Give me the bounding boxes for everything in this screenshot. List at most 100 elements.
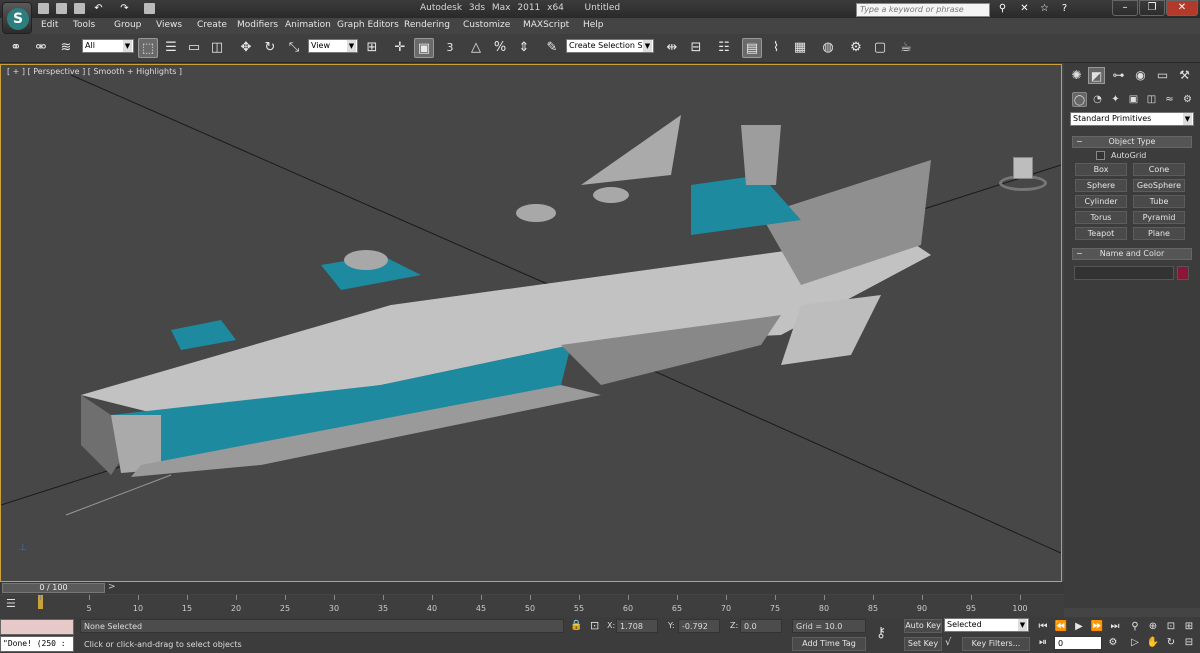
next-frame-icon[interactable]: ⏩ [1090, 620, 1104, 634]
angle-snap-icon[interactable]: △ [466, 38, 486, 58]
autogrid-checkbox[interactable] [1096, 151, 1105, 160]
create-tab-icon[interactable]: ✺ [1068, 67, 1085, 84]
zoom-extents-icon[interactable]: ⊡ [1164, 620, 1178, 634]
track-bar[interactable]: ☰ 5 10 15 20 25 30 35 40 45 50 55 60 65 70 75 80 85 90 95 1… [0, 595, 1064, 617]
perspective-viewport[interactable]: [ + ] [ Perspective ] [ Smooth + Highlig… [0, 64, 1062, 582]
viewcube-box[interactable] [1013, 157, 1033, 179]
y-coordinate-field[interactable]: -0.792 [678, 619, 720, 633]
modify-tab-icon[interactable]: ◩ [1088, 67, 1105, 84]
torus-button[interactable]: Torus [1075, 211, 1127, 224]
zoom-extents-all-icon[interactable]: ⊞ [1182, 620, 1196, 634]
binoculars-icon[interactable]: ⚲ [996, 3, 1009, 15]
key-mode-dropdown[interactable]: Selected ▼ [944, 618, 1029, 632]
zoom-all-icon[interactable]: ⊕ [1146, 620, 1160, 634]
edit-named-selection-icon[interactable]: ✎ [542, 38, 562, 58]
spinner-snap-icon[interactable]: ⇕ [514, 38, 534, 58]
geometry-icon[interactable]: ◯ [1072, 92, 1087, 107]
z-coordinate-field[interactable]: 0.0 [740, 619, 782, 633]
add-time-tag-button[interactable]: Add Time Tag [792, 637, 866, 651]
menu-modifiers[interactable]: Modifiers [237, 20, 278, 30]
key-filters-button[interactable]: Key Filters... [962, 637, 1030, 651]
next-frame-arrow-icon[interactable]: > [108, 582, 116, 592]
go-to-start-icon[interactable]: ⏮ [1036, 620, 1050, 634]
maximize-button[interactable]: ❐ [1139, 0, 1165, 16]
plane-button[interactable]: Plane [1133, 227, 1185, 240]
play-icon[interactable]: ▶ [1072, 620, 1086, 634]
unlink-icon[interactable]: ⚮ [31, 38, 51, 58]
bind-space-warp-icon[interactable]: ≋ [56, 38, 76, 58]
lock-selection-icon[interactable]: 🔒 [570, 620, 582, 631]
space-warps-icon[interactable]: ≈ [1162, 92, 1177, 107]
project-folder-icon[interactable] [144, 3, 155, 14]
close-button[interactable]: ✕ [1166, 0, 1198, 16]
cone-button[interactable]: Cone [1133, 163, 1185, 176]
key-mode-toggle-icon[interactable]: ⏯ [1036, 636, 1050, 650]
geosphere-button[interactable]: GeoSphere [1133, 179, 1185, 192]
previous-frame-icon[interactable]: ⏪ [1054, 620, 1068, 634]
name-and-color-rollout[interactable]: − Name and Color [1072, 248, 1192, 260]
help-icon[interactable]: ? [1058, 3, 1071, 15]
window-crossing-icon[interactable]: ◫ [207, 38, 227, 58]
tube-button[interactable]: Tube [1133, 195, 1185, 208]
communication-center-icon[interactable]: ✕ [1018, 3, 1031, 15]
cylinder-button[interactable]: Cylinder [1075, 195, 1127, 208]
menu-edit[interactable]: Edit [41, 20, 58, 30]
application-menu-button[interactable]: S [2, 2, 32, 34]
favorites-star-icon[interactable]: ☆ [1038, 3, 1051, 15]
display-tab-icon[interactable]: ▭ [1154, 67, 1171, 84]
save-file-icon[interactable] [74, 3, 85, 14]
zoom-icon[interactable]: ⚲ [1128, 620, 1142, 634]
minimize-button[interactable]: – [1112, 0, 1138, 16]
helpers-icon[interactable]: ◫ [1144, 92, 1159, 107]
menu-customize[interactable]: Customize [463, 20, 510, 30]
menu-create[interactable]: Create [197, 20, 227, 30]
timeline-ruler[interactable]: 5 10 15 20 25 30 35 40 45 50 55 60 65 70 75 80 85 90 95 100 [38, 595, 1028, 617]
layer-manager-icon[interactable]: ☷ [714, 38, 734, 58]
default-in-out-tangent-icon[interactable]: √ [945, 637, 951, 648]
utilities-tab-icon[interactable]: ⚒ [1176, 67, 1193, 84]
orbit-icon[interactable]: ↻ [1164, 636, 1178, 650]
time-slider[interactable]: 0 / 100 > [0, 582, 1064, 594]
systems-icon[interactable]: ⚙ [1180, 92, 1195, 107]
menu-help[interactable]: Help [583, 20, 604, 30]
move-icon[interactable]: ✥ [236, 38, 256, 58]
render-setup-icon[interactable]: ⚙ [846, 38, 866, 58]
x-coordinate-field[interactable]: 1.708 [616, 619, 658, 633]
reference-coordinate-dropdown[interactable]: View ▼ [308, 39, 358, 53]
object-color-swatch[interactable] [1177, 266, 1189, 280]
rotate-icon[interactable]: ↻ [260, 38, 280, 58]
mirror-icon[interactable]: ⇹ [662, 38, 682, 58]
set-key-button[interactable]: Set Key [904, 637, 942, 651]
snaps-toggle-icon[interactable]: 3 [440, 38, 460, 58]
time-slider-thumb[interactable]: 0 / 100 [2, 583, 105, 593]
menu-tools[interactable]: Tools [73, 20, 95, 30]
object-type-rollout[interactable]: − Object Type [1072, 136, 1192, 148]
field-of-view-icon[interactable]: ▷ [1128, 636, 1142, 650]
teapot-button[interactable]: Teapot [1075, 227, 1127, 240]
box-button[interactable]: Box [1075, 163, 1127, 176]
open-file-icon[interactable] [56, 3, 67, 14]
menu-animation[interactable]: Animation [285, 20, 331, 30]
go-to-end-icon[interactable]: ⏭ [1108, 620, 1122, 634]
lights-icon[interactable]: ✦ [1108, 92, 1123, 107]
new-file-icon[interactable] [38, 3, 49, 14]
auto-key-button[interactable]: Auto Key [904, 619, 942, 633]
menu-rendering[interactable]: Rendering [404, 20, 450, 30]
absolute-mode-icon[interactable]: ⊡ [590, 619, 599, 632]
curve-editor-icon[interactable]: ⌇ [766, 38, 786, 58]
render-production-icon[interactable]: ☕ [896, 38, 916, 58]
category-dropdown[interactable]: Standard Primitives ▼ [1070, 112, 1194, 126]
menu-maxscript[interactable]: MAXScript [523, 20, 569, 30]
search-input[interactable]: Type a keyword or phrase [856, 3, 990, 17]
keyboard-shortcut-override-icon[interactable]: ▣ [414, 38, 434, 58]
menu-views[interactable]: Views [156, 20, 182, 30]
hierarchy-tab-icon[interactable]: ⊶ [1110, 67, 1127, 84]
set-key-icon[interactable]: ⚷ [876, 625, 886, 641]
pivot-center-icon[interactable]: ⊞ [362, 38, 382, 58]
pyramid-button[interactable]: Pyramid [1133, 211, 1185, 224]
selection-filter-dropdown[interactable]: All ▼ [82, 39, 134, 53]
material-editor-icon[interactable]: ◍ [818, 38, 838, 58]
cameras-icon[interactable]: ▣ [1126, 92, 1141, 107]
select-object-icon[interactable]: ⬚ [138, 38, 158, 58]
pan-icon[interactable]: ✋ [1146, 636, 1160, 650]
